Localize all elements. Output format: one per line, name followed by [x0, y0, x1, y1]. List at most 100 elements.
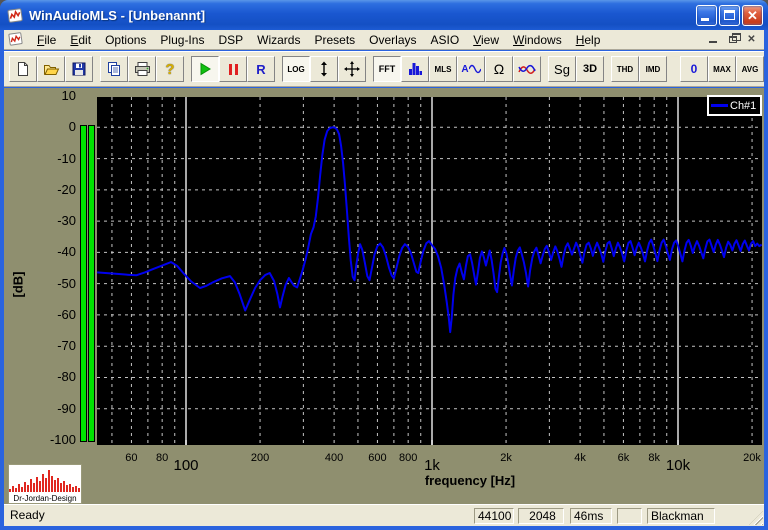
title-bar: WinAudioMLS - [Unbenannt] ✕ [0, 0, 768, 30]
vertical-zoom-button[interactable] [310, 56, 338, 82]
menu-item-plugins[interactable]: Plug-Ins [153, 31, 211, 49]
status-text: Ready [10, 508, 45, 522]
y-axis-tick-label: -40 [57, 244, 76, 260]
minimize-button[interactable] [696, 4, 717, 26]
y-axis-tick-label: -70 [57, 338, 76, 354]
y-axis-tick-label: -100 [49, 432, 76, 447]
reset-zero-label: 0 [690, 62, 698, 76]
mdi-close-icon: ✕ [747, 34, 756, 45]
pause-icon [228, 63, 238, 75]
print-button[interactable] [128, 56, 156, 82]
mls-label: MLS [434, 64, 452, 74]
move-arrows-icon [344, 61, 360, 77]
imd-button[interactable]: IMD [639, 56, 667, 82]
app-icon [7, 7, 23, 23]
resize-grip[interactable] [749, 511, 763, 525]
x-axis-tick-label: 1k [424, 457, 440, 474]
logo-spectrum-icon [9, 470, 80, 492]
fft-button[interactable]: FFT [373, 56, 401, 82]
reset-button[interactable]: 0 [680, 56, 708, 82]
mdi-close-button[interactable]: ✕ [743, 32, 760, 47]
play-icon [200, 62, 211, 76]
vertical-arrows-icon [321, 61, 327, 77]
x-axis-tick-label: 2k [500, 452, 512, 464]
x-axis-tick-label: 10k [665, 457, 691, 474]
pause-button[interactable] [219, 56, 247, 82]
scope-button[interactable]: A [457, 56, 485, 82]
log-scale-button[interactable]: LOG [282, 56, 310, 82]
x-axis-tick-label: 200 [250, 452, 270, 464]
menu-item-file[interactable]: File [30, 31, 63, 49]
y-axis-tick-label: -60 [57, 306, 76, 322]
spectrogram-button[interactable]: Sg [548, 56, 576, 82]
toolbar: ? R LOG FFT MLS A Ω Sg 3D THD IMD 0 MAX … [4, 51, 764, 87]
record-icon: R [256, 61, 266, 77]
menu-item-wizards[interactable]: Wizards [250, 31, 307, 49]
mdi-restore-button[interactable] [724, 32, 741, 47]
x-axis-tick-label: 20k [743, 452, 761, 464]
save-floppy-icon [72, 62, 86, 76]
plot-svg [97, 97, 762, 445]
menu-item-overlays[interactable]: Overlays [362, 31, 423, 49]
x-axis-title: frequency [Hz] [424, 473, 516, 488]
record-button[interactable]: R [247, 56, 275, 82]
mdi-minimize-button[interactable] [705, 32, 722, 47]
new-document-icon [18, 62, 28, 76]
help-button[interactable]: ? [156, 56, 184, 82]
spectrum-button[interactable] [401, 56, 429, 82]
y-axis-tick-label: -20 [57, 181, 76, 197]
menu-item-options[interactable]: Options [98, 31, 153, 49]
status-window-function: Blackman [647, 508, 715, 524]
copy-button[interactable] [100, 56, 128, 82]
overlay-curves-button[interactable] [513, 56, 541, 82]
max-button[interactable]: MAX [708, 56, 736, 82]
document-system-menu-icon[interactable] [8, 32, 24, 47]
menu-item-windows[interactable]: Windows [506, 31, 569, 49]
max-label: MAX [713, 64, 731, 74]
copy-icon [108, 62, 120, 76]
menu-item-view[interactable]: View [466, 31, 506, 49]
help-icon: ? [165, 60, 175, 78]
omega-icon: Ω [493, 61, 505, 77]
impedance-button[interactable]: Ω [485, 56, 513, 82]
open-folder-icon [43, 65, 59, 75]
status-empty-pane [617, 508, 642, 524]
fft-label: FFT [378, 64, 396, 74]
imd-label: IMD [645, 64, 661, 74]
spectrum-plot[interactable] [97, 97, 762, 445]
avg-button[interactable]: AVG [736, 56, 764, 82]
mls-button[interactable]: MLS [429, 56, 457, 82]
dr-jordan-design-logo: Dr-Jordan-Design [8, 464, 82, 504]
menu-item-edit[interactable]: Edit [63, 31, 98, 49]
avg-label: AVG [741, 64, 759, 74]
sine-wave-icon [468, 64, 481, 74]
thd-button[interactable]: THD [611, 56, 639, 82]
y-axis-tick-label: -10 [57, 150, 76, 166]
log-scale-label: LOG [287, 64, 305, 74]
menu-item-help[interactable]: Help [569, 31, 608, 49]
y-axis-tick-label: -80 [57, 369, 76, 385]
menu-bar: File Edit Options Plug-Ins DSP Wizards P… [4, 30, 764, 50]
save-button[interactable] [65, 56, 93, 82]
close-icon: ✕ [747, 7, 758, 23]
y-axis-tick-label: -50 [57, 275, 76, 291]
thd-label: THD [616, 64, 634, 74]
menu-item-presets[interactable]: Presets [307, 31, 362, 49]
window-title: WinAudioMLS - [Unbenannt] [29, 7, 206, 23]
maximize-button[interactable] [719, 4, 740, 26]
y-axis-tick-label: 0 [68, 119, 76, 135]
open-button[interactable] [37, 56, 65, 82]
new-button[interactable] [9, 56, 37, 82]
close-button[interactable]: ✕ [742, 4, 763, 26]
3d-button[interactable]: 3D [576, 56, 604, 82]
y-axis-tick-label: -90 [57, 400, 76, 416]
menu-item-asio[interactable]: ASIO [424, 31, 467, 49]
menu-item-dsp[interactable]: DSP [211, 31, 250, 49]
maximize-icon [724, 9, 735, 20]
play-button[interactable] [191, 56, 219, 82]
status-time: 46ms [570, 508, 612, 524]
move-button[interactable] [338, 56, 366, 82]
app-window: WinAudioMLS - [Unbenannt] ✕ File Edit Op… [0, 0, 768, 530]
legend-channel-label: Ch#1 [730, 99, 757, 112]
level-meter-right [88, 125, 95, 442]
